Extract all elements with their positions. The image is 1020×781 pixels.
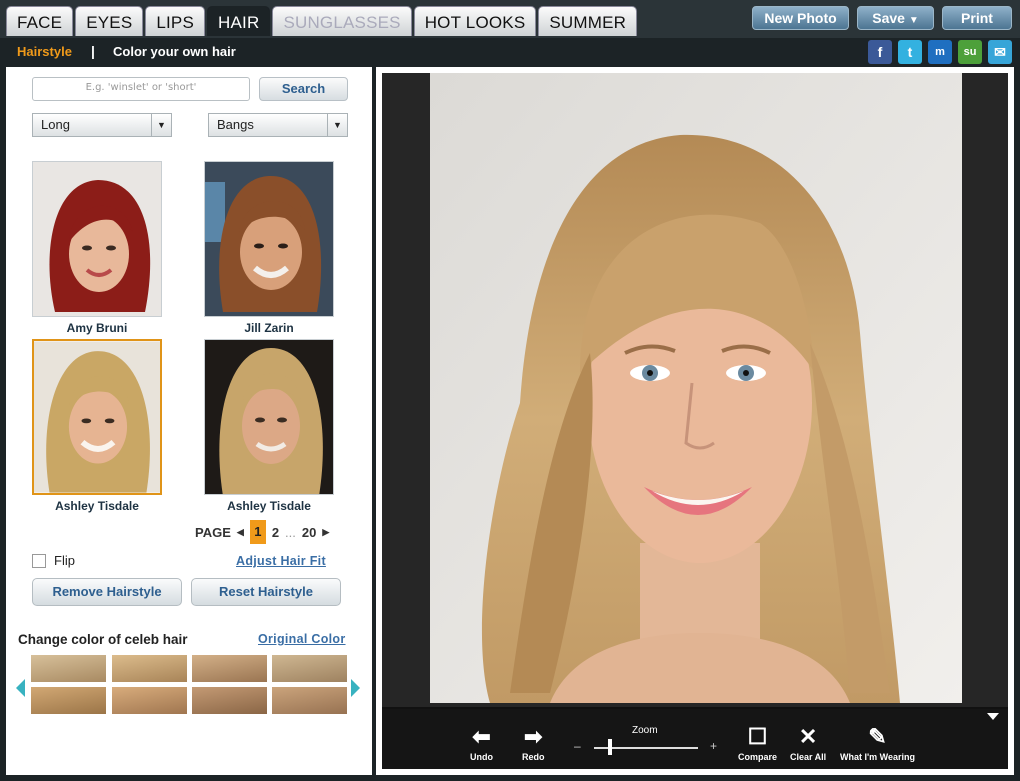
search-input[interactable]: E.g. 'winslet' or 'short' [32,77,250,101]
hair-color-swatch[interactable] [192,687,267,714]
page-current[interactable]: 1 [249,520,266,544]
adjust-hair-fit-link[interactable]: Adjust Hair Fit [236,554,326,568]
celeb-card[interactable]: Ashley Tisdale [204,339,334,513]
hair-color-swatch[interactable] [112,655,187,682]
pagination: PAGE ◀ 1 2 ... 20 ▶ [195,520,329,544]
subnav-hairstyle[interactable]: Hairstyle [17,44,72,59]
tab-face[interactable]: FACE [6,6,74,36]
compare-icon: ☐ [747,724,768,749]
subnav-color-your-own-hair[interactable]: Color your own hair [113,44,236,59]
length-select-value: Long [41,117,70,132]
social-icons: f t m su ✉ [868,40,1012,64]
top-bar: FACE EYES LIPS HAIR SUNGLASSES HOT LOOKS… [0,0,1020,38]
style-select[interactable]: Bangs ▼ [208,113,348,137]
zoom-in-icon[interactable]: + [710,739,717,753]
undo-label: Undo [470,752,493,762]
model-photo [430,73,962,703]
undo-button[interactable]: ⬅ Undo [470,724,493,763]
celeb-photo[interactable] [204,161,334,317]
redo-label: Redo [522,752,545,762]
tab-sunglasses[interactable]: SUNGLASSES [272,6,412,36]
reset-hairstyle-button[interactable]: Reset Hairstyle [191,578,341,606]
twitter-icon[interactable]: t [898,40,922,64]
change-color-label: Change color of celeb hair [18,632,188,647]
brush-icon: ✎ [868,724,887,749]
zoom-out-icon[interactable]: – [574,739,581,753]
tab-eyes[interactable]: EYES [75,6,144,36]
celeb-card-selected[interactable]: Ashley Tisdale [32,339,162,513]
page-last[interactable]: 20 [302,525,316,540]
subnav-separator: | [91,43,95,59]
caret-down-icon: ▼ [908,15,919,26]
sub-nav: Hairstyle | Color your own hair [0,38,1020,66]
zoom-label: Zoom [632,725,658,736]
category-tabs: FACE EYES LIPS HAIR SUNGLASSES HOT LOOKS… [6,6,638,36]
chevron-down-icon: ▼ [327,114,347,136]
remove-hairstyle-button[interactable]: Remove Hairstyle [32,578,182,606]
preview-panel: ⬅ Undo ➡ Redo Zoom – + ☐ Compare ✕ Clear… [376,67,1014,775]
celeb-card[interactable]: Amy Bruni [32,161,162,335]
zoom-slider-handle[interactable] [608,739,612,755]
what-im-wearing-label: What I'm Wearing [840,752,915,762]
tab-summer[interactable]: SUMMER [538,6,638,36]
hair-color-swatch[interactable] [31,687,106,714]
new-photo-button[interactable]: New Photo [752,6,849,30]
next-page-icon[interactable]: ▶ [322,527,329,538]
search-button[interactable]: Search [259,77,348,101]
tab-lips[interactable]: LIPS [145,6,206,36]
redo-button[interactable]: ➡ Redo [522,724,545,763]
compare-label: Compare [738,752,778,762]
hair-color-swatch[interactable] [31,655,106,682]
length-select[interactable]: Long ▼ [32,113,172,137]
celeb-name: Jill Zarin [244,321,294,335]
photo-canvas[interactable]: ⬅ Undo ➡ Redo Zoom – + ☐ Compare ✕ Clear… [382,73,1008,769]
page-ellipsis: ... [285,524,296,540]
celeb-photo[interactable] [32,339,162,495]
undo-arrow-icon: ⬅ [472,724,491,749]
flip-label: Flip [54,553,75,568]
hair-color-swatch[interactable] [192,655,267,682]
celeb-name: Ashley Tisdale [55,499,139,513]
facebook-icon[interactable]: f [868,40,892,64]
save-button[interactable]: Save ▼ [857,6,934,30]
clear-all-label: Clear All [790,752,827,762]
tab-hair[interactable]: HAIR [207,6,271,36]
prev-page-icon[interactable]: ◀ [237,527,244,538]
compare-button[interactable]: ☐ Compare [738,724,778,763]
page-label: PAGE [195,524,231,540]
hairstyle-panel: E.g. 'winslet' or 'short' Search Long ▼ … [6,67,372,775]
celeb-name: Amy Bruni [66,321,128,335]
hair-color-swatch[interactable] [112,687,187,714]
celeb-name: Ashley Tisdale [227,499,311,513]
clear-all-button[interactable]: ✕ Clear All [790,724,827,763]
celeb-photo[interactable] [204,339,334,495]
chevron-down-icon: ▼ [151,114,171,136]
photo-toolbar: ⬅ Undo ➡ Redo Zoom – + ☐ Compare ✕ Clear… [382,707,1008,769]
redo-arrow-icon: ➡ [524,724,543,749]
what-im-wearing-button[interactable]: ✎ What I'm Wearing [840,724,915,763]
swatch-next-arrow-icon[interactable] [351,679,360,697]
collapse-toolbar-icon[interactable] [987,713,999,720]
page-2[interactable]: 2 [272,525,279,540]
clear-x-icon: ✕ [798,724,818,749]
original-color-link[interactable]: Original Color [258,632,346,646]
style-select-value: Bangs [217,117,254,132]
celeb-card[interactable]: Jill Zarin [204,161,334,335]
save-label: Save [872,10,905,26]
tab-hot-looks[interactable]: HOT LOOKS [413,6,537,36]
swatch-prev-arrow-icon[interactable] [16,679,25,697]
hair-color-swatch[interactable] [272,687,347,714]
flip-checkbox[interactable] [32,554,46,568]
myspace-icon[interactable]: m [928,40,952,64]
hair-color-swatch[interactable] [272,655,347,682]
print-button[interactable]: Print [942,6,1012,30]
celeb-photo[interactable] [32,161,162,317]
email-icon[interactable]: ✉ [988,40,1012,64]
stumbleupon-icon[interactable]: su [958,40,982,64]
